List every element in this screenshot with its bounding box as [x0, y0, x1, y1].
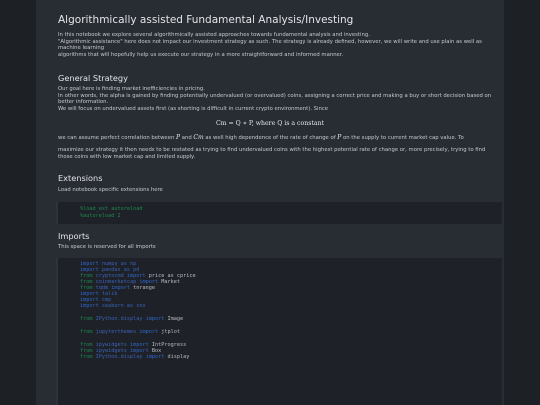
code-line: from IPython.display import display: [80, 354, 192, 360]
strategy-line: In other words, the alpha is gained by f…: [58, 92, 492, 99]
corr-text-c: as well high dependence of the rate of c…: [203, 135, 338, 141]
strategy-line: better information.: [58, 99, 109, 106]
code-line: from jupyterthemes import jtplot: [80, 329, 183, 335]
code-line: %load_ext autoreload: [80, 206, 143, 212]
intro-line: "Algorithmic assistance" here does not i…: [58, 38, 482, 45]
code-token: tnrange: [133, 285, 155, 291]
math-cm: Cm: [193, 134, 204, 141]
code-line: import seaborn as sns: [80, 303, 149, 309]
code-token: IPython.display: [95, 354, 143, 360]
intro-line: machine learning: [58, 45, 105, 52]
code-line: from IPython.display import Image: [80, 316, 186, 322]
intro-text: In this notebook we explore several algo…: [58, 32, 498, 58]
code-token: display: [167, 354, 190, 360]
code-token: Image: [167, 316, 184, 322]
closing-line: those coins with low market cap and limi…: [58, 153, 196, 160]
corr-text-a: we can assume perfect correlation betwee…: [58, 135, 176, 141]
strategy-line: We will focus on undervalued assets firs…: [58, 105, 329, 112]
code-line: %autoreload 2: [80, 213, 121, 219]
code-token: IPython.display: [95, 316, 143, 322]
extensions-code-cell[interactable]: %load_ext autoreload %autoreload 2: [56, 202, 502, 224]
imports-heading: Imports: [58, 231, 90, 241]
code-token: sns: [136, 303, 146, 309]
closing-text: maximize our strategy it then needs to b…: [58, 147, 498, 160]
code-token: seaborn: [101, 303, 124, 309]
market-cap-formula: Cm = Q ∗ P, where Q is a constant: [215, 120, 325, 127]
code-token: from: [80, 329, 93, 335]
code-token: import: [139, 329, 159, 335]
notebook-page: Algorithmically assisted Fundamental Ana…: [0, 0, 540, 405]
general-strategy-text: Our goal here is finding market ineffici…: [58, 86, 498, 112]
code-token: Market: [161, 279, 180, 285]
code-token: from: [80, 354, 93, 360]
imports-text: This space is reserved for all imports: [58, 244, 156, 250]
corr-text-d: on the supply to current market cap valu…: [341, 135, 464, 141]
notebook-title: Algorithmically assisted Fundamental Ana…: [58, 14, 354, 26]
correlation-text: we can assume perfect correlation betwee…: [58, 134, 498, 142]
intro-line: algorithms that will hopefully help us e…: [58, 51, 344, 58]
general-strategy-heading: General Strategy: [58, 73, 128, 83]
imports-code-cell[interactable]: import numpy as np import pandas as pd f…: [56, 258, 502, 405]
code-token: import: [145, 316, 165, 322]
corr-text-b: and: [180, 135, 194, 141]
extensions-text: Load notebook specific extensions here: [58, 187, 163, 193]
strategy-line: Our goal here is finding market ineffici…: [58, 86, 205, 92]
code-token: jupyterthemes: [95, 329, 137, 335]
code-token: import: [80, 303, 99, 309]
extensions-heading: Extensions: [58, 173, 103, 183]
code-token: from: [80, 316, 93, 322]
code-token: as: [126, 303, 134, 309]
intro-line: In this notebook we explore several algo…: [58, 32, 370, 38]
notebook-container: Algorithmically assisted Fundamental Ana…: [36, 0, 504, 405]
closing-line: maximize our strategy it then needs to b…: [58, 147, 486, 153]
code-token: import: [145, 354, 165, 360]
code-token: jtplot: [161, 329, 180, 335]
